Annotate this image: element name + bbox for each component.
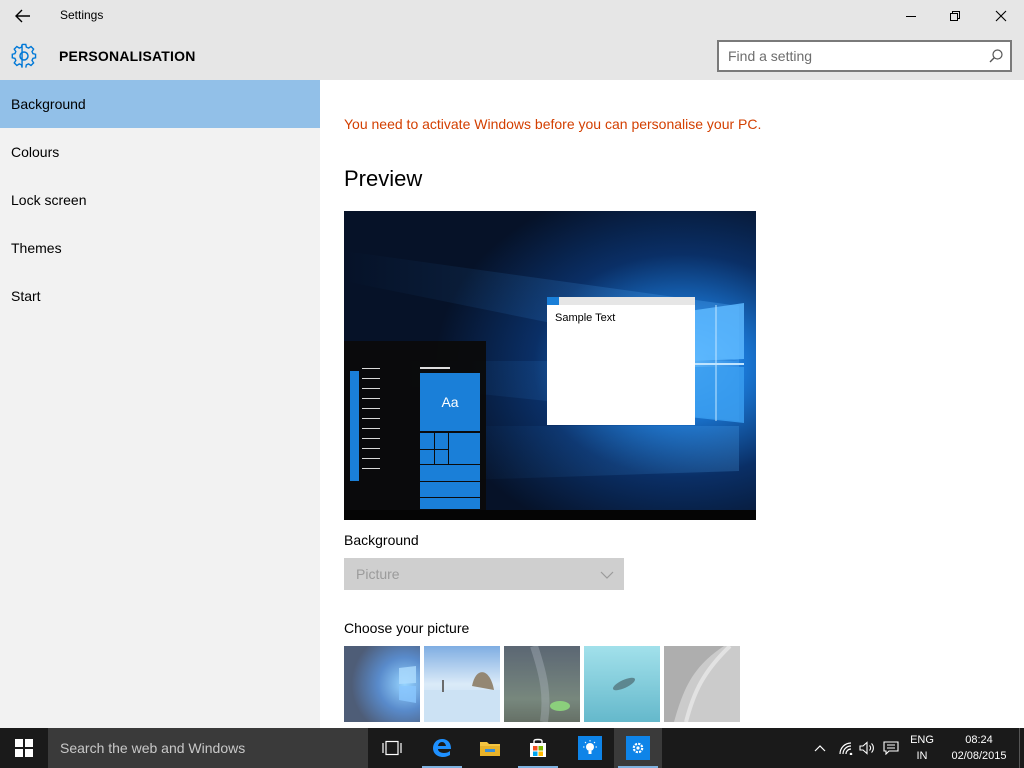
volume-icon[interactable]	[857, 728, 877, 768]
clock-date: 02/08/2015	[951, 750, 1007, 762]
window-title: Settings	[60, 8, 104, 22]
sidebar-item-themes[interactable]: Themes	[0, 224, 320, 272]
start-button[interactable]	[0, 728, 48, 768]
preview-start-lines	[362, 368, 380, 478]
file-explorer-icon[interactable]	[466, 728, 514, 768]
picture-thumbnail-4[interactable]	[584, 646, 660, 722]
desktop-preview: Aa Sample Text	[344, 211, 756, 520]
search-input[interactable]: Find a setting	[717, 40, 1012, 72]
sidebar-item-start[interactable]: Start	[0, 272, 320, 320]
restore-button[interactable]	[932, 0, 978, 32]
picture-thumbnail-1[interactable]	[344, 646, 420, 722]
search-icon[interactable]	[988, 48, 1004, 64]
gear-icon	[11, 43, 37, 69]
background-label: Background	[344, 532, 419, 548]
tips-icon[interactable]	[566, 728, 614, 768]
activation-warning: You need to activate Windows before you …	[344, 116, 762, 132]
sidebar-item-background[interactable]: Background	[0, 80, 320, 128]
taskbar-search-box[interactable]: Search the web and Windows	[48, 728, 368, 768]
input-language-indicator[interactable]: ENG IN	[900, 732, 944, 764]
preview-taskbar	[344, 510, 756, 520]
background-dropdown-value: Picture	[356, 566, 400, 582]
sidebar-item-colours[interactable]: Colours	[0, 128, 320, 176]
windows-logo-icon	[15, 739, 33, 757]
page-title: PERSONALISATION	[59, 48, 196, 64]
preview-tile-aa: Aa	[420, 373, 480, 431]
preview-heading: Preview	[344, 166, 423, 191]
preview-start-list	[350, 371, 359, 481]
sidebar-item-lock-screen[interactable]: Lock screen	[0, 176, 320, 224]
close-button[interactable]	[978, 0, 1024, 32]
edge-browser-icon[interactable]	[418, 728, 466, 768]
preview-sample-window: Sample Text	[547, 297, 695, 425]
store-icon[interactable]	[514, 728, 562, 768]
taskbar-clock[interactable]: 08:24 02/08/2015	[942, 732, 1016, 764]
picture-thumbnail-3[interactable]	[504, 646, 580, 722]
chevron-down-icon	[600, 568, 614, 580]
show-hidden-icons-chevron-up-icon[interactable]	[810, 728, 830, 768]
background-dropdown[interactable]: Picture	[344, 558, 624, 590]
show-desktop-button[interactable]	[1019, 728, 1024, 768]
title-bar: Settings	[0, 0, 1024, 32]
action-center-icon[interactable]	[880, 728, 902, 768]
main-content: You need to activate Windows before you …	[320, 80, 1024, 728]
picture-thumbnail-5[interactable]	[664, 646, 740, 722]
network-icon[interactable]	[836, 728, 856, 768]
taskbar-search-text: Search the web and Windows	[60, 740, 246, 756]
task-view-icon[interactable]	[368, 728, 416, 768]
preview-tile-grid	[420, 433, 480, 509]
lang-line-1: ENG	[910, 734, 934, 746]
minimize-button[interactable]	[888, 0, 934, 32]
search-placeholder: Find a setting	[728, 48, 813, 64]
preview-sample-text: Sample Text	[555, 312, 616, 324]
clock-time: 08:24	[965, 734, 993, 746]
settings-header: PERSONALISATION Find a setting	[0, 32, 1024, 80]
sidebar: Background Colours Lock screen Themes St…	[0, 80, 320, 728]
preview-tile-header	[420, 367, 450, 369]
picture-thumbnail-2[interactable]	[424, 646, 500, 722]
taskbar: Search the web and Windows ENG IN 08:24 …	[0, 728, 1024, 768]
back-arrow-icon[interactable]	[12, 6, 34, 26]
choose-picture-label: Choose your picture	[344, 620, 470, 636]
settings-taskbar-icon[interactable]	[614, 728, 662, 768]
lang-line-2: IN	[916, 750, 928, 762]
